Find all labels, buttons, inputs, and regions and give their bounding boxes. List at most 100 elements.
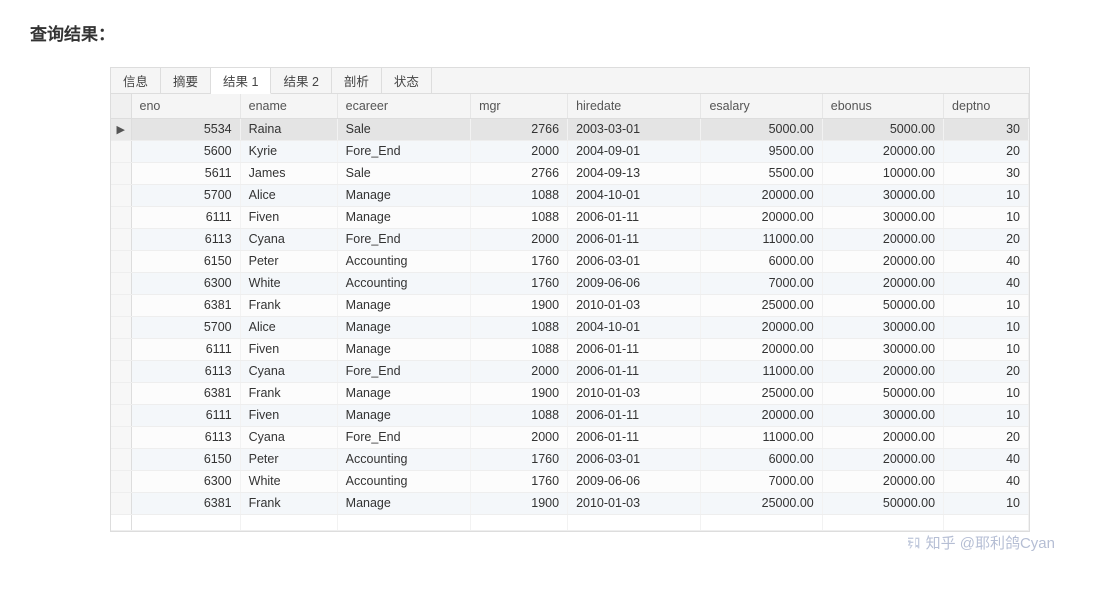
cell-eno: 5534 [131, 118, 240, 140]
col-header-eno[interactable]: eno [131, 94, 240, 118]
row-gutter[interactable] [111, 448, 131, 470]
table-row[interactable]: 6111FivenManage10882006-01-1120000.00300… [111, 206, 1029, 228]
cell-ename: Cyana [240, 360, 337, 382]
cell-mgr: 1900 [471, 294, 568, 316]
tab-4[interactable]: 剖析 [332, 68, 382, 93]
watermark: 知乎 @耶利鸽Cyan [906, 532, 1055, 553]
tab-2[interactable]: 结果 1 [211, 68, 271, 94]
col-header-ebonus[interactable]: ebonus [822, 94, 943, 118]
cell-hiredate: 2004-10-01 [568, 184, 701, 206]
cell-esalary: 6000.00 [701, 250, 822, 272]
table-row[interactable]: 6113CyanaFore_End20002006-01-1111000.002… [111, 426, 1029, 448]
row-gutter[interactable] [111, 470, 131, 492]
table-row[interactable]: 6300WhiteAccounting17602009-06-067000.00… [111, 272, 1029, 294]
row-gutter[interactable] [111, 140, 131, 162]
cell-hiredate: 2009-06-06 [568, 470, 701, 492]
cell-ecareer: Accounting [337, 250, 470, 272]
cell-mgr: 1088 [471, 206, 568, 228]
tab-3[interactable]: 结果 2 [271, 68, 331, 93]
table-row[interactable]: 6381FrankManage19002010-01-0325000.00500… [111, 382, 1029, 404]
results-panel: 信息摘要结果 1结果 2剖析状态 enoenameecareermgrhired… [110, 67, 1030, 532]
cell-mgr: 1900 [471, 492, 568, 514]
row-gutter[interactable] [111, 294, 131, 316]
table-row[interactable]: 6300WhiteAccounting17602009-06-067000.00… [111, 470, 1029, 492]
row-gutter[interactable] [111, 228, 131, 250]
table-row[interactable]: 6150PeterAccounting17602006-03-016000.00… [111, 250, 1029, 272]
table-row[interactable]: 6111FivenManage10882006-01-1120000.00300… [111, 338, 1029, 360]
cell-ebonus: 20000.00 [822, 360, 943, 382]
row-gutter[interactable]: ▶ [111, 118, 131, 140]
row-gutter[interactable] [111, 492, 131, 514]
cell-ecareer: Sale [337, 162, 470, 184]
cell-deptno: 10 [944, 206, 1029, 228]
table-row[interactable]: 6113CyanaFore_End20002006-01-1111000.002… [111, 228, 1029, 250]
cell-esalary: 5500.00 [701, 162, 822, 184]
table-row[interactable]: 5700AliceManage10882004-10-0120000.00300… [111, 184, 1029, 206]
row-gutter[interactable] [111, 426, 131, 448]
row-gutter[interactable] [111, 184, 131, 206]
cell-deptno: 40 [944, 470, 1029, 492]
col-header-hiredate[interactable]: hiredate [568, 94, 701, 118]
cell-esalary: 20000.00 [701, 206, 822, 228]
col-header-ename[interactable]: ename [240, 94, 337, 118]
col-header-esalary[interactable]: esalary [701, 94, 822, 118]
table-row[interactable]: 6113CyanaFore_End20002006-01-1111000.002… [111, 360, 1029, 382]
table-row[interactable]: 5600KyrieFore_End20002004-09-019500.0020… [111, 140, 1029, 162]
cell-esalary: 7000.00 [701, 272, 822, 294]
cell-deptno: 40 [944, 250, 1029, 272]
cell-eno: 6300 [131, 470, 240, 492]
cell-esalary: 25000.00 [701, 492, 822, 514]
cell-esalary: 5000.00 [701, 118, 822, 140]
cell-eno: 5611 [131, 162, 240, 184]
tab-0[interactable]: 信息 [111, 68, 161, 93]
table-row[interactable]: ▶5534RainaSale27662003-03-015000.005000.… [111, 118, 1029, 140]
cell-esalary: 6000.00 [701, 448, 822, 470]
cell-esalary: 11000.00 [701, 228, 822, 250]
row-gutter[interactable] [111, 250, 131, 272]
table-row[interactable]: 5611JamesSale27662004-09-135500.0010000.… [111, 162, 1029, 184]
table-row[interactable]: 6381FrankManage19002010-01-0325000.00500… [111, 492, 1029, 514]
cell-ebonus: 20000.00 [822, 228, 943, 250]
cell-hiredate: 2006-03-01 [568, 250, 701, 272]
table-row[interactable]: 6111FivenManage10882006-01-1120000.00300… [111, 404, 1029, 426]
cell-esalary: 11000.00 [701, 426, 822, 448]
table-row[interactable]: 5700AliceManage10882004-10-0120000.00300… [111, 316, 1029, 338]
row-gutter[interactable] [111, 360, 131, 382]
cell-deptno: 20 [944, 140, 1029, 162]
cell-mgr: 1088 [471, 338, 568, 360]
tab-1[interactable]: 摘要 [161, 68, 211, 93]
cell-hiredate: 2006-01-11 [568, 206, 701, 228]
row-gutter[interactable] [111, 382, 131, 404]
tab-bar: 信息摘要结果 1结果 2剖析状态 [111, 68, 1029, 94]
cell-hiredate: 2010-01-03 [568, 294, 701, 316]
cell-ename: Peter [240, 250, 337, 272]
table-row[interactable]: 6150PeterAccounting17602006-03-016000.00… [111, 448, 1029, 470]
tab-5[interactable]: 状态 [382, 68, 432, 93]
cell-deptno: 20 [944, 360, 1029, 382]
col-header-ecareer[interactable]: ecareer [337, 94, 470, 118]
row-gutter[interactable] [111, 338, 131, 360]
cell-ecareer: Manage [337, 294, 470, 316]
row-gutter[interactable] [111, 272, 131, 294]
cell-ebonus: 20000.00 [822, 448, 943, 470]
cell-eno: 6150 [131, 250, 240, 272]
cell-ebonus: 20000.00 [822, 426, 943, 448]
cell-esalary: 7000.00 [701, 470, 822, 492]
cell-ecareer: Manage [337, 338, 470, 360]
col-header-deptno[interactable]: deptno [944, 94, 1029, 118]
cell-esalary: 11000.00 [701, 360, 822, 382]
cell-mgr: 2000 [471, 140, 568, 162]
cell-ename: Alice [240, 184, 337, 206]
table-row[interactable]: 6381FrankManage19002010-01-0325000.00500… [111, 294, 1029, 316]
cell-deptno: 30 [944, 162, 1029, 184]
row-gutter[interactable] [111, 316, 131, 338]
row-gutter[interactable] [111, 162, 131, 184]
cell-deptno: 10 [944, 184, 1029, 206]
cell-eno: 5600 [131, 140, 240, 162]
row-gutter[interactable] [111, 206, 131, 228]
row-gutter[interactable] [111, 404, 131, 426]
cell-esalary: 25000.00 [701, 294, 822, 316]
col-header-mgr[interactable]: mgr [471, 94, 568, 118]
cell-eno: 6150 [131, 448, 240, 470]
cell-eno: 6381 [131, 382, 240, 404]
